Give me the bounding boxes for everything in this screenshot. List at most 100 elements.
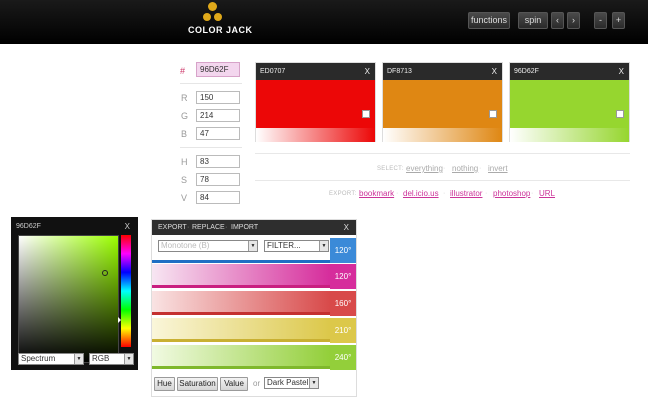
b-input[interactable]: 47 [196,127,240,140]
gradient-degree[interactable]: 240° [330,345,356,370]
swatch-gradient [256,128,375,142]
close-icon[interactable]: X [125,222,130,231]
hue-slider-handle[interactable] [118,317,121,323]
v-label: V [181,193,188,203]
g-input[interactable]: 214 [196,109,240,122]
chevron-down-icon: ▼ [319,241,328,251]
separator-dot: · [443,190,446,197]
separator-dot: · [479,165,482,172]
chevron-down-icon: ▼ [74,354,83,364]
swatch-header: DF8713 X [383,63,502,80]
divider [255,180,630,181]
picker-model-value: RGB [92,354,110,363]
select-everything-link[interactable]: everything [406,164,443,173]
filter-value: FILTER... [267,241,301,250]
sort-hue-button[interactable]: Hue [154,377,175,391]
swatch-card[interactable]: 96D62F X [509,62,630,142]
or-label: or [253,379,261,388]
swatch-color[interactable] [510,80,629,128]
logo-text: COLOR JACK [188,25,253,35]
h-input[interactable]: 83 [196,155,240,168]
swatch-card[interactable]: ED0707 X [255,62,376,142]
gradient-degree[interactable]: 120° [330,238,356,263]
export-photoshop-link[interactable]: photoshop [493,189,530,198]
select-invert-link[interactable]: invert [488,164,508,173]
hex-input[interactable]: 96D62F [196,62,240,77]
export-bookmark-link[interactable]: bookmark [359,189,394,198]
filter-select[interactable]: FILTER... ▼ [264,240,329,252]
zoom-out-button[interactable]: - [594,12,607,29]
preset-value: Monotone (B) [161,241,210,250]
swatch-header: 96D62F X [510,63,629,80]
swatch-code: 96D62F [514,68,539,75]
tab-separator: · [187,224,190,231]
swatch-header: ED0707 X [256,63,375,80]
export-illustrator-link[interactable]: illustrator [450,189,482,198]
gradient-panel: EXPORT · REPLACE · IMPORT X Monotone (B)… [151,219,357,397]
sort-saturation-button[interactable]: Saturation [177,377,218,391]
picker-model-select[interactable]: RGB ▼ [89,353,134,365]
preset-select[interactable]: Monotone (B) ▼ [158,240,258,252]
s-input[interactable]: 78 [196,173,240,186]
saturation-value-field[interactable] [18,235,119,363]
tab-import[interactable]: IMPORT [231,220,258,235]
gradient-row[interactable] [152,345,330,366]
swatch-checkbox[interactable] [616,110,624,118]
colorjack-logo[interactable]: COLOR JACK [188,2,253,42]
v-input[interactable]: 84 [196,191,240,204]
swatch-code: DF8713 [387,68,412,75]
close-icon[interactable]: X [365,63,370,80]
select-nothing-link[interactable]: nothing [452,164,478,173]
separator-dot: · [485,190,488,197]
sort-select[interactable]: Dark Pastel ▼ [264,377,319,389]
separator-dot: · [531,190,534,197]
divider [255,153,630,154]
select-label: SELECT: [377,166,404,172]
export-url-link[interactable]: URL [539,189,555,198]
sort-value: Dark Pastel [267,378,309,387]
swatch-checkbox[interactable] [489,110,497,118]
swatch-checkbox[interactable] [362,110,370,118]
gradient-degree[interactable]: 210° [330,318,356,343]
swatch-color[interactable] [383,80,502,128]
gradient-row-underline [152,366,330,369]
tab-replace[interactable]: REPLACE [192,220,225,235]
zoom-in-button[interactable]: + [612,12,625,29]
gradient-degree[interactable]: 160° [330,291,356,316]
swatch-code: ED0707 [260,68,286,75]
functions-button[interactable]: functions [468,12,510,29]
gradient-row-underline [152,285,330,288]
swatch-gradient [510,128,629,142]
color-cursor-handle[interactable] [102,270,108,276]
top-bar: COLOR JACK functions spin ‹ › - + [0,0,648,44]
close-icon[interactable]: X [344,220,349,235]
close-icon[interactable]: X [492,63,497,80]
swatch-card[interactable]: DF8713 X [382,62,503,142]
hex-hash-label: # [180,66,186,76]
spin-button[interactable]: spin [518,12,548,29]
picker-mode-select[interactable]: Spectrum ▼ [18,353,84,365]
swatch-color[interactable] [256,80,375,128]
divider [180,147,242,148]
chevron-down-icon: ▼ [124,354,133,364]
separator-dot: · [396,190,399,197]
separator-dot: · [443,165,446,172]
tab-export[interactable]: EXPORT [158,220,187,235]
prev-button[interactable]: ‹ [551,12,564,29]
sort-value-button[interactable]: Value [220,377,248,391]
next-button[interactable]: › [567,12,580,29]
gradient-row[interactable] [152,318,330,339]
close-icon[interactable]: X [619,63,624,80]
gradient-row[interactable] [152,291,330,312]
tab-separator: · [225,224,228,231]
divider [180,83,242,84]
gradient-row-underline [152,312,330,315]
gradient-row-underline [152,339,330,342]
gradient-degree[interactable]: 120° [330,264,356,289]
hue-slider[interactable] [121,235,131,347]
export-delicious-link[interactable]: del.icio.us [403,189,439,198]
export-label: EXPORT: [329,191,357,197]
gradient-row[interactable] [152,264,330,285]
chevron-down-icon: ▼ [309,378,318,388]
r-input[interactable]: 150 [196,91,240,104]
